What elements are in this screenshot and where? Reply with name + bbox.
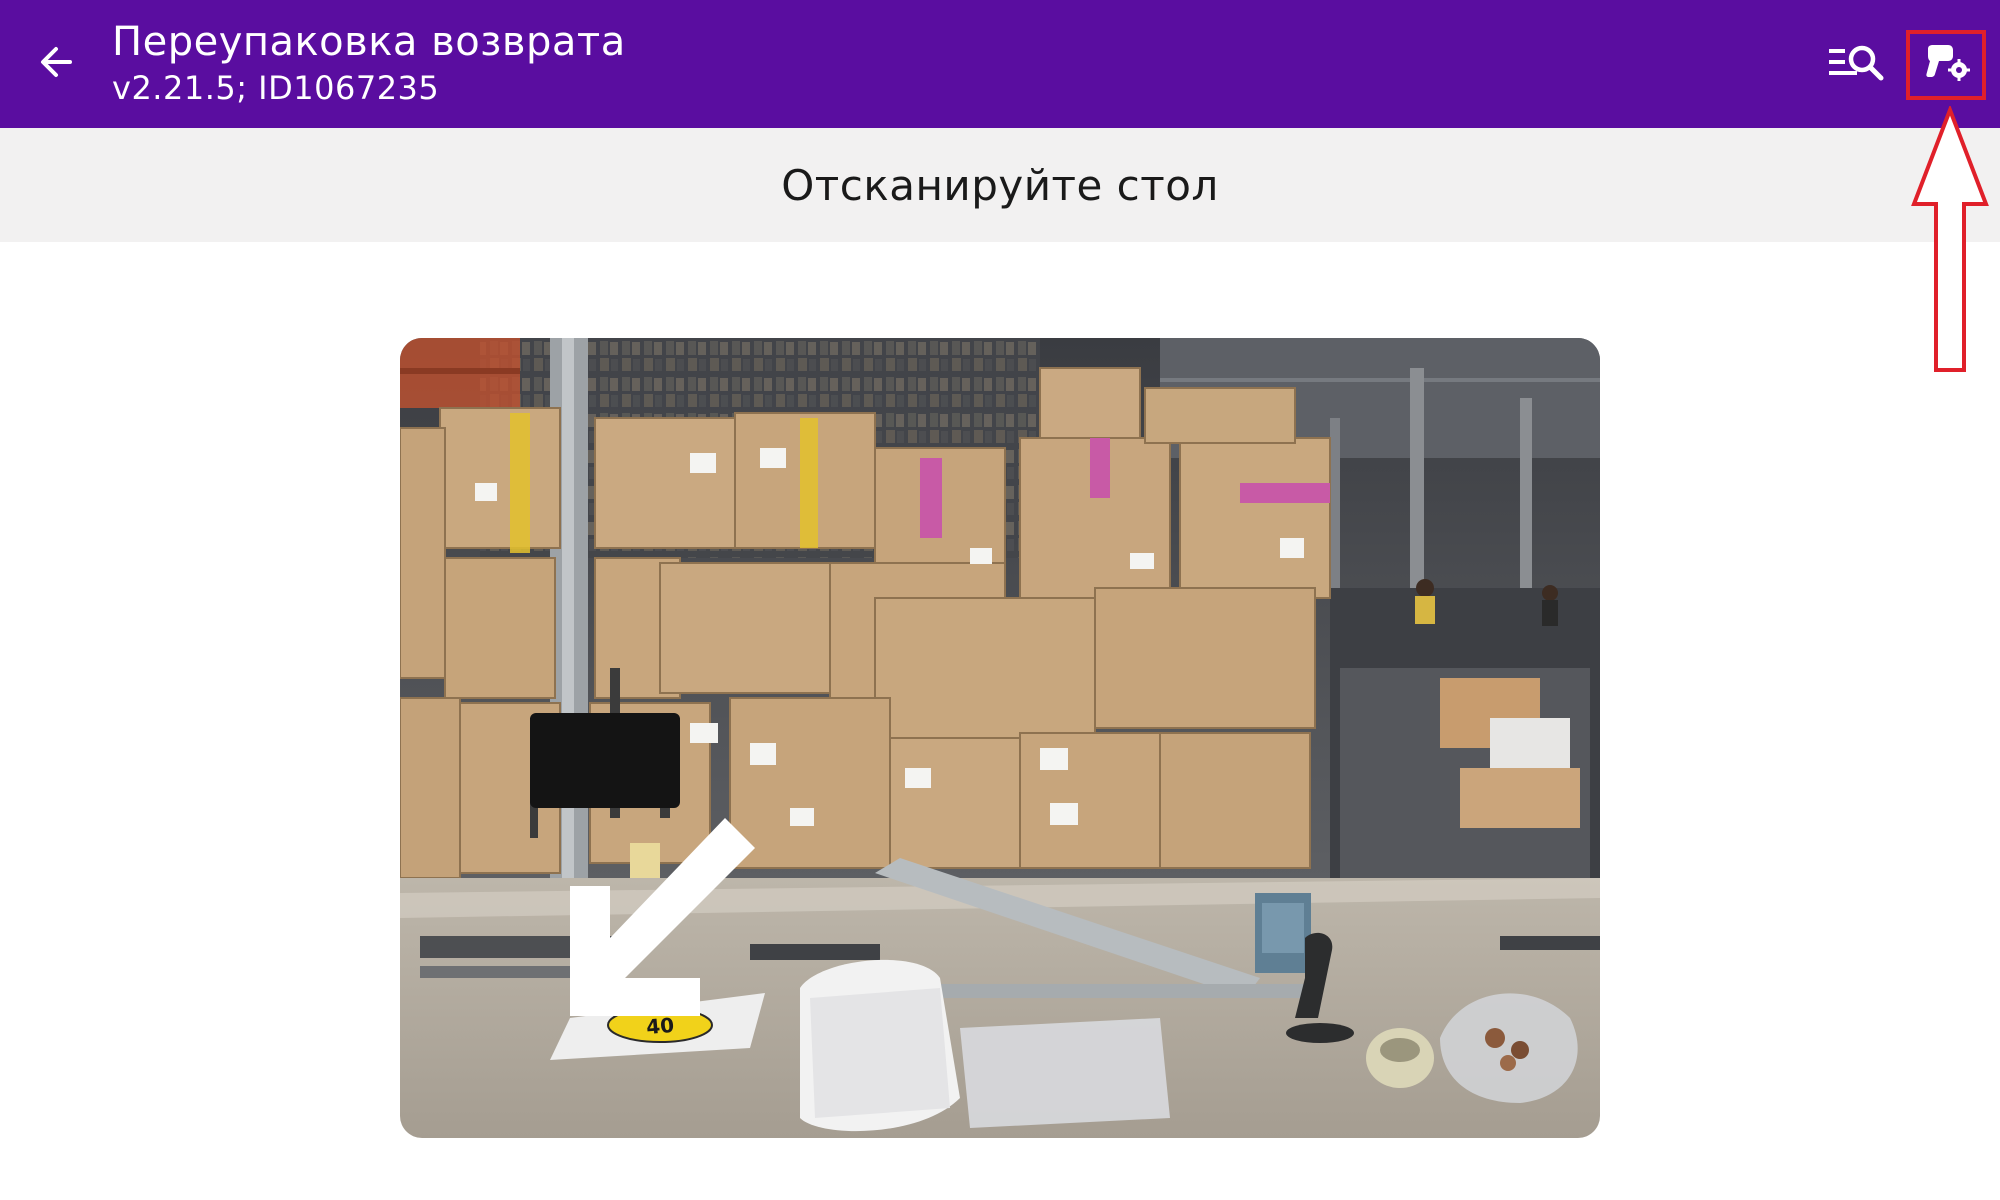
search-list-button[interactable] (1820, 28, 1892, 100)
app-bar: Переупаковка возврата v2.21.5; ID1067235 (0, 0, 2000, 128)
back-button[interactable] (20, 24, 92, 104)
instruction-banner: Отсканируйте стол (0, 128, 2000, 242)
workstation-settings-icon (1922, 41, 1970, 88)
title-block: Переупаковка возврата v2.21.5; ID1067235 (112, 18, 626, 108)
table-number-label: 40 (645, 1013, 675, 1039)
page-title: Переупаковка возврата (112, 19, 626, 65)
list-search-icon (1826, 40, 1886, 89)
arrow-left-icon (36, 42, 76, 87)
instruction-text: Отсканируйте стол (781, 160, 1219, 210)
annotation-arrow-up-icon (1911, 106, 1989, 372)
version-id-label: v2.21.5; ID1067235 (112, 69, 440, 107)
workstation-settings-button[interactable] (1908, 28, 1984, 100)
packing-table-illustration: 40 (400, 338, 1600, 1138)
